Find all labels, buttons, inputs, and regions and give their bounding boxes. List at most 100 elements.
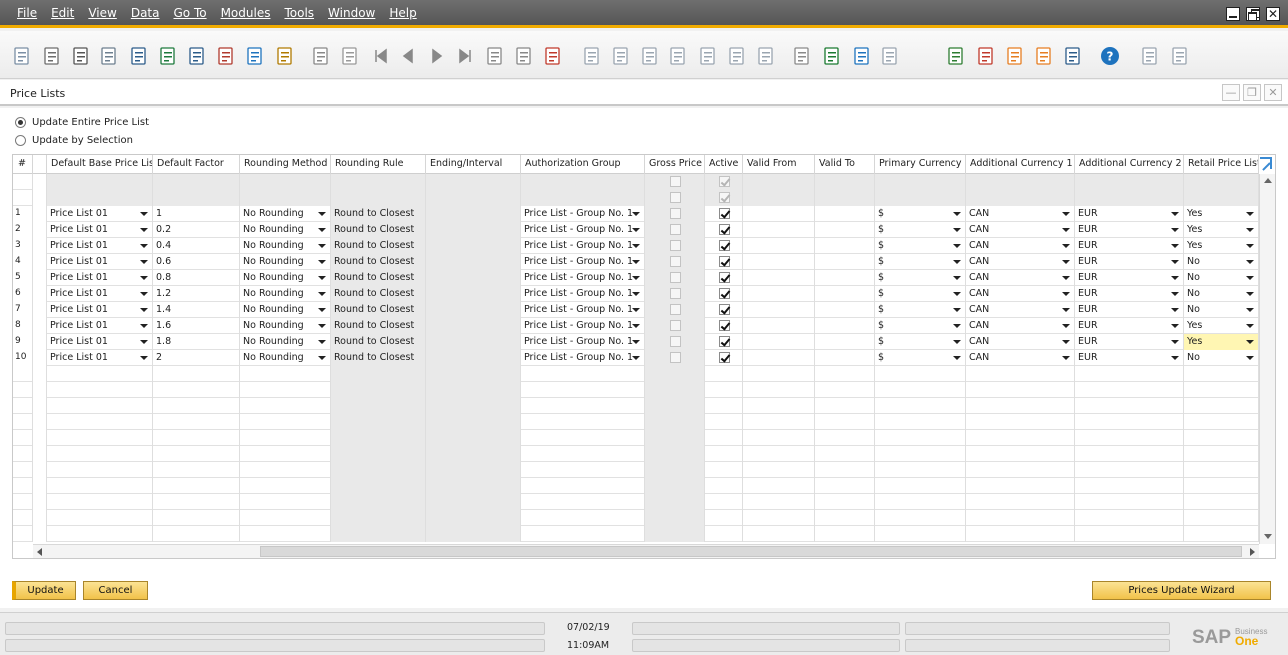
- cell-gross[interactable]: [645, 494, 705, 510]
- cell-rule[interactable]: [331, 430, 426, 446]
- dropdown-arrow-icon[interactable]: [318, 212, 326, 216]
- scroll-left-arrow-icon[interactable]: [37, 548, 42, 556]
- cell-rule[interactable]: Round to Closest: [331, 302, 426, 318]
- cell-vfrom[interactable]: [743, 350, 815, 366]
- empty-row[interactable]: [13, 510, 1259, 526]
- dropdown-arrow-icon[interactable]: [140, 340, 148, 344]
- cell-rule[interactable]: Round to Closest: [331, 286, 426, 302]
- cell-vto[interactable]: [815, 494, 875, 510]
- cell-add1[interactable]: CAN: [966, 302, 1075, 318]
- cell-factor[interactable]: [153, 494, 240, 510]
- empty-row[interactable]: [13, 494, 1259, 510]
- cell-active[interactable]: [705, 382, 743, 398]
- column-header-select[interactable]: [33, 155, 47, 174]
- dropdown-arrow-icon[interactable]: [1171, 292, 1179, 296]
- column-header-active[interactable]: Active: [705, 155, 743, 174]
- cell-rule[interactable]: [331, 510, 426, 526]
- cell-ending[interactable]: [426, 366, 521, 382]
- cell-ending[interactable]: [426, 526, 521, 542]
- cell-auth[interactable]: [521, 462, 645, 478]
- scroll-down-arrow-icon[interactable]: [1264, 534, 1272, 539]
- cell-active[interactable]: [705, 478, 743, 494]
- column-header-auth[interactable]: Authorization Group: [521, 155, 645, 174]
- cell-factor[interactable]: 1: [153, 206, 240, 222]
- column-header-vfrom[interactable]: Valid From: [743, 155, 815, 174]
- excel-icon[interactable]: [158, 46, 178, 66]
- cell-auth[interactable]: Price List - Group No. 1: [521, 350, 645, 366]
- dropdown-arrow-icon[interactable]: [1062, 212, 1070, 216]
- column-header-ending[interactable]: Ending/Interval: [426, 155, 521, 174]
- cell-retail[interactable]: [1184, 510, 1259, 526]
- cell-method[interactable]: No Rounding: [240, 206, 331, 222]
- cell-rule[interactable]: [331, 366, 426, 382]
- cell-vfrom[interactable]: [743, 382, 815, 398]
- cell-base[interactable]: [47, 510, 153, 526]
- cell-rule[interactable]: [331, 174, 426, 190]
- dropdown-arrow-icon[interactable]: [318, 276, 326, 280]
- cell-rule[interactable]: Round to Closest: [331, 318, 426, 334]
- add-icon[interactable]: [340, 46, 360, 66]
- user-icon[interactable]: [1063, 46, 1083, 66]
- column-header-gross[interactable]: Gross Price: [645, 155, 705, 174]
- vertical-scrollbar[interactable]: [1259, 174, 1275, 544]
- calculator-icon[interactable]: [1005, 46, 1025, 66]
- cell-vfrom[interactable]: [743, 398, 815, 414]
- notes-icon[interactable]: [852, 46, 872, 66]
- cell-add1[interactable]: [966, 526, 1075, 542]
- cell-ending[interactable]: [426, 238, 521, 254]
- cell-add2[interactable]: [1075, 510, 1184, 526]
- cell-active[interactable]: [705, 526, 743, 542]
- cell-rule[interactable]: [331, 398, 426, 414]
- cell-vfrom[interactable]: [743, 446, 815, 462]
- menu-view[interactable]: View: [81, 6, 123, 20]
- table-row[interactable]: 1 Price List 01 1 No Rounding Round to Close…: [13, 206, 1259, 222]
- update-button[interactable]: Update: [12, 581, 76, 600]
- cell-gross[interactable]: [645, 350, 705, 366]
- dropdown-arrow-icon[interactable]: [953, 292, 961, 296]
- cell-retail[interactable]: Yes: [1184, 238, 1259, 254]
- cell-primary[interactable]: [875, 462, 966, 478]
- cell-active[interactable]: [705, 238, 743, 254]
- dropdown-arrow-icon[interactable]: [1062, 356, 1070, 360]
- dropdown-arrow-icon[interactable]: [1246, 244, 1254, 248]
- cell-retail[interactable]: [1184, 446, 1259, 462]
- cell-auth[interactable]: [521, 190, 645, 206]
- cell-add1[interactable]: [966, 398, 1075, 414]
- calendar-icon[interactable]: [946, 46, 966, 66]
- cell-gross[interactable]: [645, 302, 705, 318]
- cell-rule[interactable]: [331, 382, 426, 398]
- cell-vto[interactable]: [815, 254, 875, 270]
- cell-primary[interactable]: $: [875, 350, 966, 366]
- cell-retail[interactable]: [1184, 462, 1259, 478]
- empty-row[interactable]: [13, 382, 1259, 398]
- dropdown-arrow-icon[interactable]: [632, 276, 640, 280]
- cell-ending[interactable]: [426, 190, 521, 206]
- cell-active[interactable]: [705, 174, 743, 190]
- dropdown-arrow-icon[interactable]: [953, 260, 961, 264]
- cell-base[interactable]: Price List 01: [47, 286, 153, 302]
- cell-active[interactable]: [705, 462, 743, 478]
- table-row[interactable]: 4 Price List 01 0.6 No Rounding Round to Clo…: [13, 254, 1259, 270]
- cell-vto[interactable]: [815, 174, 875, 190]
- cell-primary[interactable]: [875, 190, 966, 206]
- cell-add2[interactable]: EUR: [1075, 334, 1184, 350]
- cell-add1[interactable]: [966, 478, 1075, 494]
- cell-retail[interactable]: [1184, 526, 1259, 542]
- find-icon[interactable]: [311, 46, 331, 66]
- cell-method[interactable]: [240, 446, 331, 462]
- cell-vto[interactable]: [815, 286, 875, 302]
- cell-primary[interactable]: $: [875, 286, 966, 302]
- cell-gross[interactable]: [645, 190, 705, 206]
- cell-vfrom[interactable]: [743, 270, 815, 286]
- cell-active[interactable]: [705, 302, 743, 318]
- cell-vfrom[interactable]: [743, 462, 815, 478]
- cell-gross[interactable]: [645, 526, 705, 542]
- cell-factor[interactable]: [153, 526, 240, 542]
- cell-vto[interactable]: [815, 270, 875, 286]
- dropdown-arrow-icon[interactable]: [953, 324, 961, 328]
- cell-auth[interactable]: [521, 382, 645, 398]
- cell-ending[interactable]: [426, 302, 521, 318]
- cell-ending[interactable]: [426, 446, 521, 462]
- column-header-base[interactable]: Default Base Price List: [47, 155, 153, 174]
- menu-edit[interactable]: Edit: [44, 6, 81, 20]
